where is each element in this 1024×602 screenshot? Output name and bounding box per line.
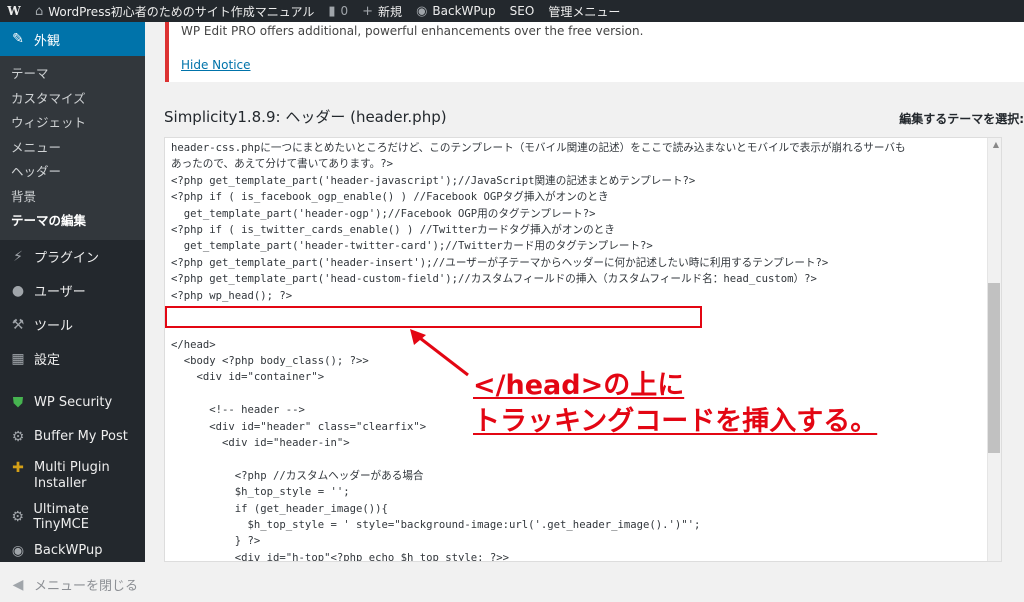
admin-menu-link[interactable]: 管理メニュー: [541, 0, 627, 22]
code-line: $h_top_style = '';: [171, 486, 350, 499]
submenu-widgets[interactable]: ウィジェット: [0, 111, 145, 136]
backwpup-adminbar-link[interactable]: ◉ BackWPup: [409, 0, 503, 22]
code-content: header-css.phpに一つにまとめたいところだけど、このテンプレート（モ…: [171, 140, 906, 562]
menu-multi-plugin-label: Multi Plugin Installer: [34, 460, 110, 492]
annotation-text: </head>の上に トラッキングコードを挿入する。: [473, 368, 877, 440]
gear-icon: ⚙: [11, 428, 25, 445]
submenu-themes[interactable]: テーマ: [0, 62, 145, 87]
menu-plugins-label: プラグイン: [34, 251, 100, 266]
backwpup-icon: ◉: [11, 542, 25, 559]
menu-collapse[interactable]: ◀ メニューを閉じる: [0, 568, 145, 602]
menu-separator: [0, 376, 145, 386]
gear-icon: ⚙: [11, 508, 24, 525]
notice-message: WP Edit PRO offers additional, powerful …: [181, 24, 644, 38]
plus-icon: +: [362, 3, 374, 19]
comments-count: 0: [340, 4, 349, 18]
menu-settings[interactable]: ▦ 設定: [0, 342, 145, 376]
code-line: if (get_header_image()){: [171, 502, 388, 515]
menu-multi-plugin-installer[interactable]: ✚ Multi Plugin Installer: [0, 454, 145, 500]
code-line: header-css.phpに一つにまとめたいところだけど、このテンプレート（モ…: [171, 142, 906, 154]
menu-wp-security[interactable]: ⛊ WP Security: [0, 386, 145, 420]
menu-users[interactable]: ● ユーザー: [0, 274, 145, 308]
scrollbar-thumb[interactable]: [988, 283, 1000, 453]
menu-settings-label: 設定: [34, 353, 61, 368]
admin-bar: W ⌂ WordPress初心者のためのサイト作成マニュアル ▮ 0 + 新規 …: [0, 0, 1024, 22]
wp-edit-pro-notice: WP Edit PRO offers additional, powerful …: [165, 22, 1024, 82]
site-name: WordPress初心者のためのサイト作成マニュアル: [48, 4, 315, 19]
code-line: <div id="h-top"<?php echo $h_top_style; …: [171, 551, 510, 562]
menu-tools-label: ツール: [34, 319, 74, 334]
code-line: <?php //カスタムヘッダーがある場合: [171, 469, 424, 482]
menu-plugins[interactable]: ⚡ プラグイン: [0, 240, 145, 274]
code-line: get_template_part('header-ogp');//Facebo…: [171, 207, 596, 220]
page-title: Simplicity1.8.9: ヘッダー (header.php): [164, 108, 447, 126]
code-line: </head>: [171, 338, 216, 351]
admin-sidebar: ✎ 外観 テーマ カスタマイズ ウィジェット メニュー ヘッダー 背景 テーマの…: [0, 22, 145, 594]
submenu-menus[interactable]: メニュー: [0, 136, 145, 161]
home-icon: ⌂: [35, 3, 44, 19]
new-content-link[interactable]: + 新規: [355, 0, 409, 22]
menu-users-label: ユーザー: [34, 285, 86, 300]
wrench-icon: ⚒: [11, 316, 25, 333]
code-line: $h_top_style = ' style="background-image…: [171, 518, 701, 531]
plug-icon: ⚡: [13, 248, 23, 265]
code-line: あったので、あえて分けて書いてあります。?>: [171, 158, 393, 171]
code-line: get_template_part('header-twitter-card')…: [171, 240, 653, 253]
menu-buffer-label: Buffer My Post: [34, 429, 128, 444]
menu-backwpup[interactable]: ◉ BackWPup: [0, 534, 145, 568]
menu-tinymce-label: Ultimate TinyMCE: [33, 501, 89, 532]
menu-appearance[interactable]: ✎ 外観: [0, 22, 145, 56]
annotation-line-1: </head>の上に: [473, 370, 685, 401]
new-label: 新規: [378, 4, 403, 19]
appearance-submenu: テーマ カスタマイズ ウィジェット メニュー ヘッダー 背景 テーマの編集: [0, 56, 145, 240]
seo-label: SEO: [509, 4, 535, 18]
hide-notice-link[interactable]: Hide Notice: [181, 58, 251, 72]
submenu-header[interactable]: ヘッダー: [0, 160, 145, 185]
code-line: <body <?php body_class(); ?>>: [171, 355, 369, 368]
menu-wp-security-label: WP Security: [34, 395, 113, 410]
submenu-customize[interactable]: カスタマイズ: [0, 87, 145, 112]
comment-icon: ▮: [328, 3, 336, 19]
code-line: <?php get_template_part('head-custom-fie…: [171, 273, 817, 286]
code-editor-textarea[interactable]: header-css.phpに一つにまとめたいところだけど、このテンプレート（モ…: [164, 137, 1002, 562]
menu-backwpup-label: BackWPup: [34, 543, 103, 558]
menu-collapse-label: メニューを閉じる: [34, 579, 139, 594]
site-name-link[interactable]: ⌂ WordPress初心者のためのサイト作成マニュアル: [28, 0, 321, 22]
collapse-arrow-icon: ◀: [12, 576, 24, 593]
main-content: WP Edit PRO offers additional, powerful …: [145, 22, 1024, 562]
shield-icon: ⛊: [12, 394, 24, 411]
code-line: <?php get_template_part('header-insert')…: [171, 256, 829, 269]
code-line: } ?>: [171, 535, 261, 548]
code-line: <?php wp_head(); ?>: [171, 289, 293, 302]
admin-menu-label: 管理メニュー: [548, 4, 621, 19]
seo-link[interactable]: SEO: [503, 0, 542, 22]
select-theme-label: 編集するテーマを選択:: [899, 112, 1024, 126]
paintbrush-icon: ✎: [12, 31, 24, 47]
scroll-up-icon[interactable]: ▲: [993, 140, 999, 149]
submenu-theme-editor[interactable]: テーマの編集: [0, 209, 145, 234]
puzzle-icon: ✚: [12, 459, 24, 476]
editor-scrollbar[interactable]: ▲: [987, 138, 1001, 561]
menu-multi-plugin-line1: Multi Plugin: [34, 459, 110, 475]
menu-tools[interactable]: ⚒ ツール: [0, 308, 145, 342]
menu-ultimate-tinymce[interactable]: ⚙ Ultimate TinyMCE: [0, 500, 145, 534]
annotation-line-2: トラッキングコードを挿入する。: [473, 406, 878, 437]
user-icon: ●: [11, 282, 25, 299]
code-line: <?php if ( is_facebook_ogp_enable() ) //…: [171, 191, 609, 204]
comments-link[interactable]: ▮ 0: [321, 0, 355, 22]
annotation-arrow: [410, 329, 469, 377]
backwpup-label: BackWPup: [432, 4, 496, 18]
code-line: <?php get_template_part('header-javascri…: [171, 174, 696, 187]
settings-icon: ▦: [11, 350, 25, 367]
wordpress-logo-icon[interactable]: W: [0, 0, 28, 22]
menu-appearance-label: 外観: [34, 33, 61, 49]
backwpup-icon: ◉: [416, 3, 428, 19]
menu-buffer[interactable]: ⚙ Buffer My Post: [0, 420, 145, 454]
code-line: <?php if ( is_twitter_cards_enable() ) /…: [171, 223, 615, 236]
submenu-background[interactable]: 背景: [0, 185, 145, 210]
menu-multi-plugin-line2: Installer: [34, 475, 87, 491]
